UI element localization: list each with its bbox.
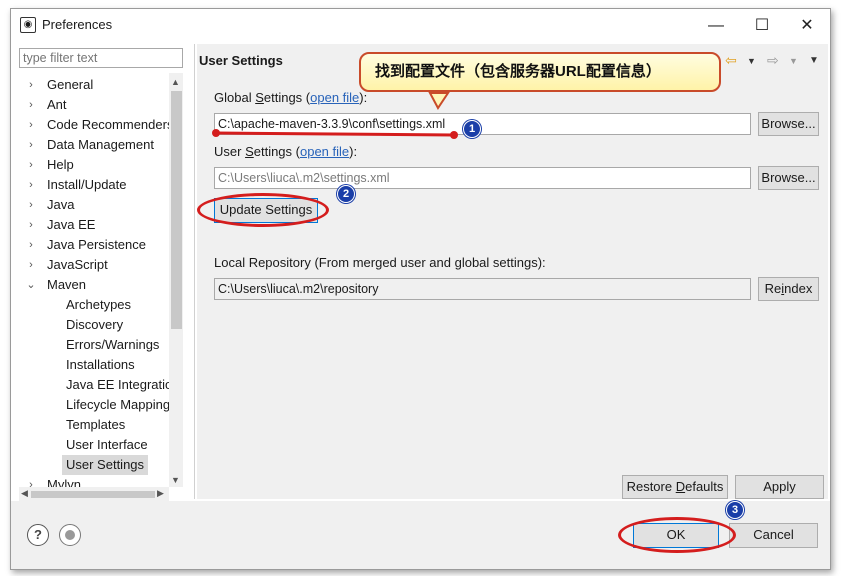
callout-note: 找到配置文件（包含服务器URL配置信息） [359, 52, 721, 92]
step-3-badge: 3 [726, 501, 744, 519]
underline-start-dot [212, 129, 220, 137]
callout-pointer [428, 92, 450, 110]
underline-end-dot [450, 131, 458, 139]
step-1-badge: 1 [463, 120, 481, 138]
update-settings-highlight-ellipse [197, 193, 329, 227]
ok-highlight-ellipse [618, 517, 736, 553]
highlight-underline [215, 131, 455, 137]
step-2-badge: 2 [337, 185, 355, 203]
